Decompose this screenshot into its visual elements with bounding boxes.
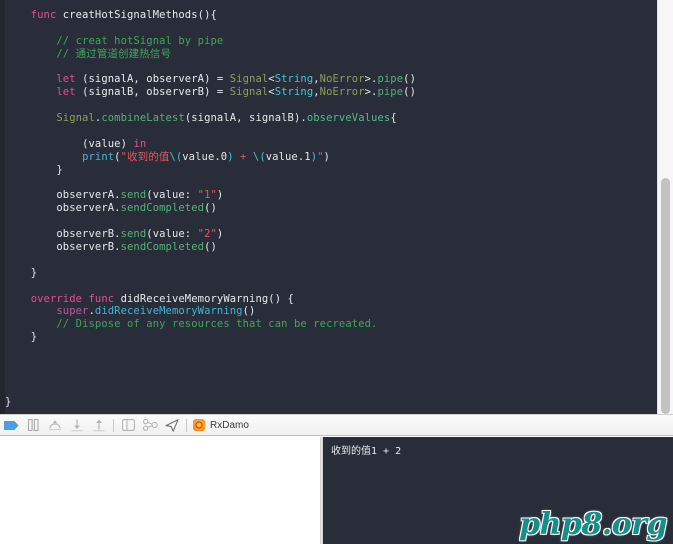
toolbar-separator-2 [186,418,187,432]
step-out-button[interactable] [88,415,110,435]
debug-memory-graph-button[interactable] [139,415,161,435]
code-line: } [30,331,38,344]
step-into-icon [71,419,83,431]
code-line: override func didReceiveMemoryWarning() … [30,292,294,305]
memory-graph-icon [142,419,158,431]
editor-vertical-scrollbar[interactable] [657,0,673,414]
step-into-button[interactable] [66,415,88,435]
location-arrow-icon [165,418,179,432]
code-line: let (signalA, observerA) = Signal<String… [56,73,416,86]
code-line: let (signalB, observerB) = Signal<String… [56,86,416,99]
pause-icon [27,419,39,431]
step-out-icon [93,419,105,431]
continue-pause-button[interactable] [22,415,44,435]
code-line: } [5,395,12,408]
source-code-editor[interactable]: func creatHotSignalMethods(){ // creat h… [0,0,673,414]
watermark: php8.org [519,507,667,542]
process-name-label: RxDamo [210,419,249,431]
toolbar-separator-1 [113,418,114,432]
view-hierarchy-icon [121,419,135,431]
simulate-location-button[interactable] [161,415,183,435]
deactivate-breakpoints-button[interactable] [0,415,22,435]
code-line: func creatHotSignalMethods(){ [30,9,217,21]
breakpoint-icon [3,420,18,430]
debug-view-hierarchy-button[interactable] [117,415,139,435]
xcode-window: func creatHotSignalMethods(){ // creat h… [0,0,673,544]
code-line: observerB.sendCompleted() [56,241,217,254]
debug-toolbar: RxDamo [0,414,673,436]
code-line: observerB.send(value: "2") [56,228,224,241]
code-line: super.didReceiveMemoryWarning() [56,305,256,318]
code-line: } [30,266,38,279]
code-line: print("收到的值\(value.0) + \(value.1)") [82,150,330,163]
code-line: // Dispose of any resources that can be … [56,318,378,331]
code-line: Signal.combineLatest(signalA, signalB).o… [56,112,397,125]
code-line: // 通过管道创建热信号 [56,47,172,60]
code-line: observerA.sendCompleted() [56,202,217,215]
debug-process-indicator[interactable]: RxDamo [193,419,249,431]
scrollbar-thumb[interactable] [661,178,670,414]
rxdamo-app-icon [193,419,205,431]
step-over-button[interactable] [44,415,66,435]
variables-view[interactable] [0,437,320,544]
code-line: // creat hotSignal by pipe [56,34,224,47]
code-text[interactable]: func creatHotSignalMethods(){ // creat h… [5,0,655,414]
console-output-text: 收到的值1 + 2 [331,446,402,457]
code-line: (value) in [82,137,147,150]
code-line: } [56,163,63,176]
step-over-icon [49,420,61,431]
code-line: observerA.send(value: "1") [56,189,224,202]
